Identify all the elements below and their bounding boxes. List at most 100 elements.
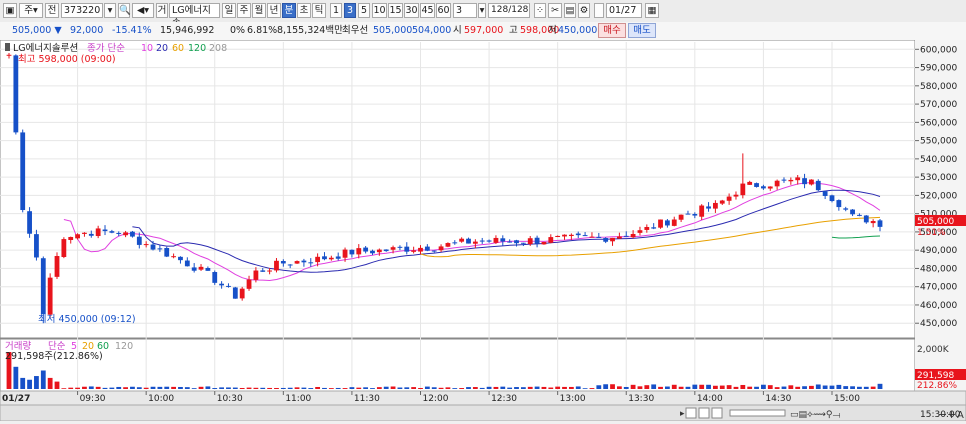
market-label: 주 [24,5,33,16]
candle-body [877,220,883,227]
scroll-forward-icon[interactable] [711,407,723,419]
interval-dropdown-icon[interactable]: ▾ [478,3,486,18]
candle-body [829,195,835,202]
candle-body [616,236,622,239]
candle-body [349,249,355,255]
price-panel [0,39,916,339]
volume-bar [143,387,149,389]
drawing-tools-icon[interactable]: ▭▤⟡⟿⚲⟞ [790,410,840,420]
period-second[interactable]: 초 [297,3,311,18]
volume-bar [616,386,622,389]
tools-icon[interactable]: ✂ [548,3,562,18]
candle-body [6,54,12,56]
stock-name-field[interactable]: LG에너지솔 [169,3,220,29]
candle-body [164,248,170,257]
scroll-first-icon[interactable]: ▸ [680,409,685,419]
save-icon[interactable]: ▤ [564,3,576,18]
zoom-out-icon[interactable]: − [938,408,947,421]
volume-bar [308,388,314,389]
custom-interval-input[interactable]: 3 [453,3,477,18]
price-chart[interactable]: 600,000 590,000 580,000 570,000 560,000 550,0… [0,39,966,422]
candle-body [815,180,821,191]
candle-body [178,256,183,261]
candle-body [301,260,307,263]
volume-bar [370,388,375,389]
volume-bar [719,385,725,389]
candle-body [328,257,334,260]
volume-bar [68,387,74,389]
period-week[interactable]: 주 [237,3,251,18]
x-tick-label: 14:00 [697,394,723,404]
candle-body [239,288,245,299]
volume-bar [815,384,821,389]
period-minute[interactable]: 분 [282,3,296,18]
candle-body [95,228,101,237]
candle-body [637,230,643,233]
volume-bar [575,386,581,389]
period-select[interactable]: 전 [45,3,59,18]
minute-5[interactable]: 5 [358,3,370,18]
x-tick-label: 12:00 [422,394,448,404]
scroll-rewind-icon[interactable] [685,407,697,419]
candle-body [678,214,684,220]
minute-10[interactable]: 10 [372,3,387,18]
volume-bar [644,385,650,389]
minute-1[interactable]: 1 [330,3,342,18]
minute-60[interactable]: 60 [436,3,451,18]
buy-button[interactable]: 매수 [598,23,626,38]
volume-bar [109,387,115,389]
period-tick[interactable]: 틱 [312,3,326,18]
candle-body [13,55,19,133]
sound-icon[interactable]: ◀▾ [132,3,154,18]
sell-button[interactable]: 매도 [628,23,656,38]
volume-bar [479,387,485,389]
volume-bar [610,384,615,389]
volume-bar [178,386,183,389]
minute-45[interactable]: 45 [420,3,435,18]
volume-bar [431,387,437,389]
open-price: 597,000 [464,25,504,36]
calendar-icon[interactable]: ▦ [645,3,659,18]
code-dropdown-icon[interactable]: ▾ [104,3,116,18]
minute-15[interactable]: 15 [388,3,403,18]
period-year[interactable]: 년 [267,3,281,18]
scroll-stop-icon[interactable] [698,407,710,419]
period-day[interactable]: 일 [222,3,236,18]
stock-code-input[interactable]: 373220 [61,3,103,18]
zoom-in-icon[interactable]: + [947,408,956,421]
volume-bar [466,387,471,389]
layout-icon[interactable]: ▣ [3,3,17,18]
bar-count[interactable]: 128/128 [488,3,530,18]
current-price-value: 505,000 [12,25,52,36]
x-tick-label: 11:00 [285,394,311,404]
volume-bar [219,387,225,389]
volume-bar [184,387,190,389]
grid-icon[interactable]: ⁘ [534,3,546,18]
scroll-track[interactable] [729,409,786,417]
date-checkbox[interactable] [594,3,604,18]
minute-3[interactable]: 3 [344,3,356,18]
date-field[interactable]: 01/27 [606,3,642,18]
candle-body [644,227,650,230]
candle-body [294,261,300,264]
volume-bar [774,387,780,389]
volume-bar [260,387,266,389]
market-select[interactable]: 주▾ [19,3,43,18]
candle-body [404,246,410,252]
volume-bar [445,387,451,389]
candle-body [438,246,444,251]
minute-30[interactable]: 30 [404,3,419,18]
search-icon[interactable]: 🔍 [118,3,131,18]
last-pct-label: 1.51% [917,228,946,238]
period-month[interactable]: 월 [252,3,266,18]
y-tick-label: 590,000 [920,64,957,74]
auto-scale-icon[interactable]: A [957,410,964,421]
series-box-icon [5,43,10,51]
volume-bar [383,386,389,389]
gear-icon[interactable]: ⚙ [578,3,590,18]
volume-bar [562,386,567,389]
low-annotation: 최저 450,000 (09:12) [38,314,136,325]
candle-body [267,270,273,272]
y-tick-label: 600,000 [920,45,957,55]
candle-body [822,191,828,196]
